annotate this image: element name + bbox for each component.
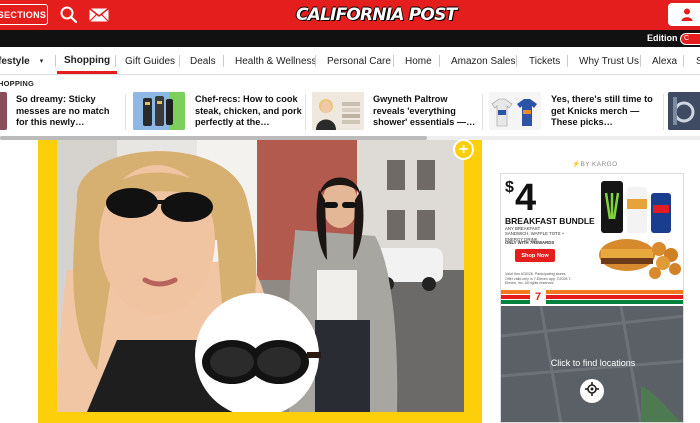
nav-item-shopping[interactable]: Shopping (57, 47, 118, 74)
shopping-card[interactable] (668, 92, 700, 132)
shop-now-button[interactable]: Shop Now (515, 249, 555, 262)
card-thumbnail (0, 92, 7, 130)
nav-item-lifestyle[interactable]: festyle ▾ (0, 47, 43, 75)
search-icon[interactable] (59, 5, 79, 25)
nav-item-gift-guides[interactable]: Gift Guides (125, 47, 175, 75)
card-title: So dreamy: Sticky messes are no match fo… (16, 94, 110, 127)
nav-item-why-trust-us[interactable]: Why Trust Us (579, 47, 639, 75)
locate-button[interactable] (580, 379, 604, 403)
card-title: Gwyneth Paltrow reveals 'everything show… (373, 94, 476, 127)
nav-item-tickets[interactable]: Tickets (529, 47, 560, 75)
top-header-bar: SECTIONS CALIFORNIA POST (0, 0, 700, 30)
card-title: Chef-recs: How to cook steak, chicken, a… (195, 94, 302, 127)
shopping-card[interactable]: Chef-recs: How to cook steak, chicken, a… (133, 92, 305, 132)
sections-button[interactable]: SECTIONS (0, 4, 48, 25)
ad-top-panel: $ 4 BREAKFAST BUNDLE ANY BREAKFAST SANDW… (501, 174, 683, 289)
user-icon (681, 8, 693, 26)
nav-item-personal-care[interactable]: Personal Care (327, 47, 391, 75)
ad-app-text: ONLY WITH 7REWARDS (505, 240, 555, 245)
ad-product-image (597, 179, 683, 289)
card-thumbnail (312, 92, 364, 130)
nav-item-deals[interactable]: Deals (190, 47, 216, 75)
edition-toggle-value: C (684, 35, 690, 42)
shopping-card[interactable]: Gwyneth Paltrow reveals 'everything show… (312, 92, 482, 132)
ad-brand-stripes: 7 (501, 286, 683, 306)
card-title: Yes, there's still time to get Knicks me… (551, 94, 653, 127)
mail-icon[interactable] (88, 5, 110, 25)
ad-price: 4 (515, 177, 537, 219)
ad-fine-print: Valid thru 6/30/26. Participating stores… (505, 272, 572, 285)
svg-text:7: 7 (535, 291, 541, 303)
expand-plus-button[interactable]: + (453, 139, 474, 160)
hero-image[interactable] (57, 140, 464, 412)
nav-item-alexa[interactable]: Alexa (652, 47, 677, 75)
plus-icon: + (458, 140, 469, 158)
edition-bar: Edition C (0, 30, 700, 47)
ad-headline: BREAKFAST BUNDLE (505, 216, 595, 226)
card-thumbnail (668, 92, 700, 130)
nav-item-health-wellness[interactable]: Health & Wellness (235, 47, 317, 75)
edition-toggle[interactable]: C (680, 33, 700, 45)
section-nav: festyle ▾ Shopping Gift Guides Deals Heal… (0, 47, 700, 75)
find-locations-text[interactable]: Click to find locations (501, 358, 683, 368)
nav-item-home[interactable]: Home (405, 47, 432, 75)
card-thumbnail (133, 92, 185, 130)
shopping-card[interactable]: So dreamy: Sticky messes are no match fo… (0, 92, 125, 132)
crosshair-icon (585, 381, 599, 401)
ad-sponsor-label: ⚡BY KARGO (572, 161, 618, 168)
ad-banner[interactable]: $ 4 BREAKFAST BUNDLE ANY BREAKFAST SANDW… (500, 173, 684, 423)
edition-label: Edition (647, 33, 678, 43)
shopping-section-label: HOPPING (0, 79, 34, 88)
card-thumbnail (489, 92, 541, 130)
shopping-card[interactable]: Yes, there's still time to get Knicks me… (489, 92, 663, 132)
chevron-down-icon: ▾ (39, 58, 44, 65)
ad-price-symbol: $ (505, 179, 514, 196)
account-button[interactable] (668, 3, 700, 26)
site-logo[interactable]: CALIFORNIA POST (296, 4, 457, 26)
nav-item-overflow[interactable]: S (696, 47, 700, 75)
nav-item-amazon-sales[interactable]: Amazon Sales (451, 47, 515, 75)
